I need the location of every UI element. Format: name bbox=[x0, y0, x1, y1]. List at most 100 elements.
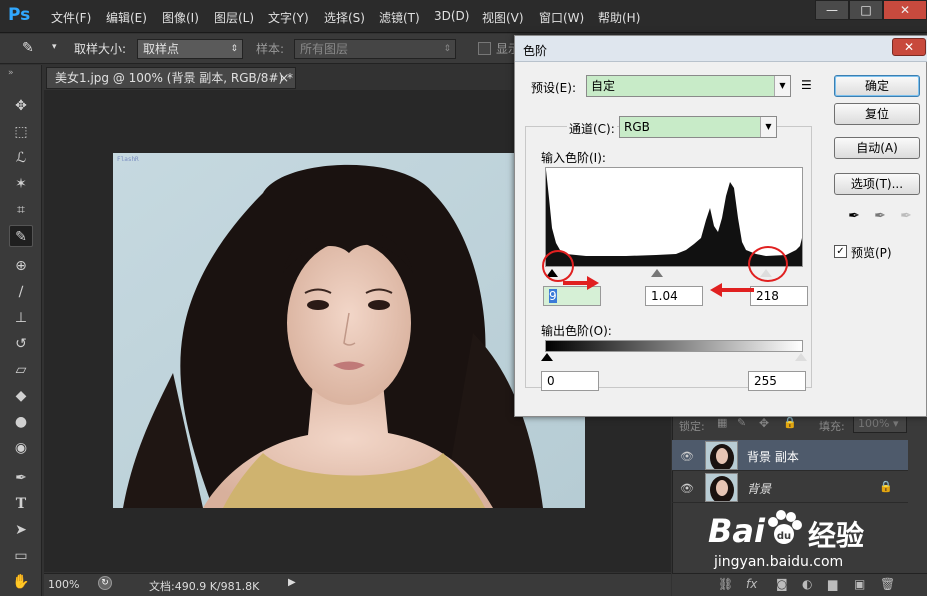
preset-value: 自定 bbox=[591, 79, 616, 93]
menu-edit[interactable]: 编辑(E) bbox=[106, 9, 147, 26]
status-menu-arrow-icon[interactable]: ▶ bbox=[288, 577, 296, 588]
menu-help[interactable]: 帮助(H) bbox=[598, 9, 640, 26]
menu-3d[interactable]: 3D(D) bbox=[434, 9, 469, 23]
document-size-info: 文档:490.9 K/981.8K bbox=[149, 580, 260, 593]
output-black-slider[interactable] bbox=[541, 353, 553, 361]
input-gamma-slider[interactable] bbox=[651, 269, 663, 277]
move-tool-icon[interactable]: ✥ bbox=[9, 95, 33, 117]
layer-row[interactable]: 👁 背景 🔒 bbox=[672, 472, 908, 503]
ok-button[interactable]: 确定 bbox=[834, 75, 920, 97]
dialog-titlebar[interactable]: 色阶 ✕ bbox=[515, 36, 927, 62]
document-tab[interactable]: 美女1.jpg @ 100% (背景 副本, RGB/8#) * × bbox=[46, 67, 296, 89]
new-group-icon[interactable]: ▆ bbox=[828, 577, 837, 591]
minimize-button[interactable]: — bbox=[815, 0, 849, 20]
menu-window[interactable]: 窗口(W) bbox=[539, 9, 584, 26]
fill-input[interactable]: 100% ▾ bbox=[853, 415, 907, 433]
sample-size-label: 取样大小: bbox=[74, 42, 127, 56]
output-levels-label: 输出色阶(O): bbox=[541, 324, 612, 338]
dodge-tool-icon[interactable]: ◉ bbox=[9, 437, 33, 459]
type-tool-icon[interactable]: T bbox=[9, 493, 33, 515]
tool-preset-chevron-icon[interactable]: ▾ bbox=[52, 42, 57, 52]
pen-tool-icon[interactable]: ✒ bbox=[9, 467, 33, 489]
sample-select[interactable]: 所有图层 ⇕ bbox=[294, 39, 456, 59]
dialog-title: 色阶 bbox=[523, 44, 548, 58]
output-white-slider[interactable] bbox=[795, 353, 807, 361]
visibility-eye-icon[interactable]: 👁 bbox=[680, 482, 694, 495]
select-arrows-icon: ⇕ bbox=[230, 44, 238, 54]
preview-checkbox[interactable]: ✓ bbox=[834, 245, 847, 258]
dialog-close-button[interactable]: ✕ bbox=[892, 38, 926, 56]
channel-select[interactable]: RGB ▼ bbox=[619, 116, 777, 138]
magic-wand-tool-icon[interactable]: ✶ bbox=[9, 173, 33, 195]
lasso-tool-icon[interactable]: ℒ bbox=[9, 147, 33, 169]
zoom-level[interactable]: 100% bbox=[48, 578, 79, 591]
menu-layer[interactable]: 图层(L) bbox=[214, 9, 254, 26]
options-button[interactable]: 选项(T)... bbox=[834, 173, 920, 195]
delete-layer-icon[interactable]: 🗑 bbox=[880, 577, 895, 591]
lock-transparent-icon[interactable]: ▦ bbox=[717, 416, 727, 429]
menu-type[interactable]: 文字(Y) bbox=[268, 9, 309, 26]
tools-panel: » bbox=[0, 65, 42, 596]
gray-eyedropper-icon[interactable]: ✒ bbox=[871, 208, 889, 228]
clone-stamp-tool-icon[interactable]: ⊥ bbox=[9, 307, 33, 329]
adjustment-layer-icon[interactable]: ◐ bbox=[802, 577, 812, 591]
menu-filter[interactable]: 滤镜(T) bbox=[379, 9, 420, 26]
reset-button[interactable]: 复位 bbox=[834, 103, 920, 125]
baidu-brand: Bai bbox=[708, 512, 765, 550]
collapse-panel-icon[interactable]: » bbox=[8, 68, 14, 78]
path-selection-tool-icon[interactable]: ➤ bbox=[9, 519, 33, 541]
auto-button[interactable]: 自动(A) bbox=[834, 137, 920, 159]
preset-options-icon[interactable]: ☰ bbox=[801, 78, 812, 92]
baidu-brand-cn: 经验 bbox=[808, 519, 865, 552]
new-layer-icon[interactable]: ▣ bbox=[854, 577, 865, 591]
eraser-tool-icon[interactable]: ▱ bbox=[9, 359, 33, 381]
brush-tool-icon[interactable]: ∕ bbox=[9, 281, 33, 303]
layer-row[interactable]: 👁 背景 副本 bbox=[672, 440, 908, 471]
close-window-button[interactable]: ✕ bbox=[883, 0, 927, 20]
layer-mask-icon[interactable]: ◙ bbox=[776, 577, 788, 591]
eyedropper-tool-icon[interactable]: ✎ bbox=[22, 40, 40, 58]
chevron-down-icon: ▼ bbox=[760, 117, 776, 137]
marquee-tool-icon[interactable]: ⬚ bbox=[9, 121, 33, 143]
input-black-value: 9 bbox=[549, 289, 557, 303]
output-white-field[interactable]: 255 bbox=[748, 371, 806, 391]
output-black-field[interactable]: 0 bbox=[541, 371, 599, 391]
history-brush-tool-icon[interactable]: ↺ bbox=[9, 333, 33, 355]
window-controls: — □ ✕ bbox=[815, 0, 927, 20]
lock-position-icon[interactable]: ✥ bbox=[759, 416, 769, 430]
layer-name[interactable]: 背景 副本 bbox=[747, 448, 799, 465]
preset-label: 预设(E): bbox=[531, 81, 576, 95]
hand-tool-icon[interactable]: ✋ bbox=[9, 571, 33, 593]
blur-tool-icon[interactable]: ● bbox=[9, 411, 33, 433]
menu-image[interactable]: 图像(I) bbox=[162, 9, 199, 26]
status-info-icon[interactable]: ↻ bbox=[98, 576, 112, 590]
layer-style-icon[interactable]: fx bbox=[746, 577, 757, 591]
visibility-eye-icon[interactable]: 👁 bbox=[680, 450, 694, 463]
close-tab-icon[interactable]: × bbox=[279, 68, 289, 88]
healing-brush-tool-icon[interactable]: ⊕ bbox=[9, 255, 33, 277]
lock-all-icon[interactable]: 🔒 bbox=[783, 416, 797, 429]
paint-bucket-tool-icon[interactable]: ◆ bbox=[9, 385, 33, 407]
eyedropper-tool-icon[interactable]: ✎ bbox=[9, 225, 33, 247]
menu-view[interactable]: 视图(V) bbox=[482, 9, 524, 26]
input-gamma-field[interactable]: 1.04 bbox=[645, 286, 703, 306]
show-ring-checkbox[interactable] bbox=[478, 42, 491, 55]
layer-thumbnail bbox=[705, 441, 738, 470]
crop-tool-icon[interactable]: ⌗ bbox=[9, 199, 33, 221]
menu-select[interactable]: 选择(S) bbox=[324, 9, 365, 26]
sample-size-select[interactable]: 取样点 ⇕ bbox=[137, 39, 243, 59]
annotation-circle bbox=[748, 246, 788, 282]
rectangle-tool-icon[interactable]: ▭ bbox=[9, 545, 33, 567]
layer-lock-icon: 🔒 bbox=[879, 480, 893, 493]
lock-image-icon[interactable]: ✎ bbox=[737, 416, 746, 429]
document-tab-title: 美女1.jpg @ 100% (背景 副本, RGB/8#) * bbox=[55, 71, 293, 85]
image-watermark: FlashR bbox=[117, 156, 139, 163]
link-layers-icon[interactable]: ⛓ bbox=[718, 577, 733, 591]
layer-name[interactable]: 背景 bbox=[747, 480, 771, 497]
maximize-button[interactable]: □ bbox=[849, 0, 883, 20]
input-white-field[interactable]: 218 bbox=[750, 286, 808, 306]
white-eyedropper-icon[interactable]: ✒ bbox=[897, 208, 915, 228]
preset-select[interactable]: 自定 ▼ bbox=[586, 75, 791, 97]
menu-file[interactable]: 文件(F) bbox=[51, 9, 91, 26]
black-eyedropper-icon[interactable]: ✒ bbox=[845, 208, 863, 228]
